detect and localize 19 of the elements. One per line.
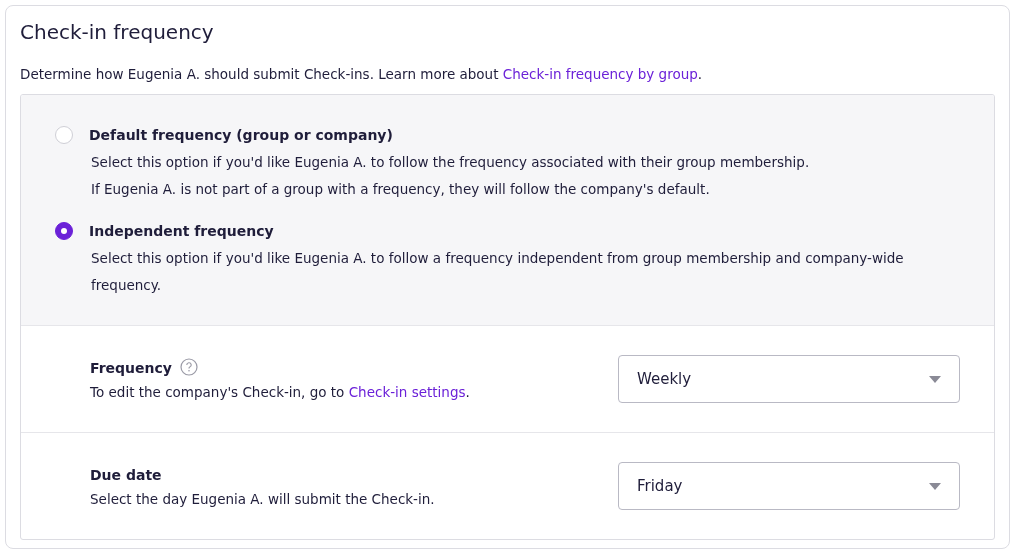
option-label: Independent frequency xyxy=(89,223,274,239)
help-icon[interactable] xyxy=(179,357,198,376)
setting-description: To edit the company's Check-in, go to Check-in settings. xyxy=(90,383,470,400)
option-description: Select this option if you'd like Eugenia A. to follow a frequency independent from group membership and company-wide frequency. xyxy=(90,249,905,295)
dropdown[interactable]: Weekly xyxy=(618,355,960,403)
option-description: If Eugenia A. is not part of a group with a frequency, they will follow the company's default. xyxy=(90,180,711,199)
setting-description: Select the day Eugenia A. will submit the Check-in. xyxy=(90,490,435,507)
dropdown[interactable]: Friday xyxy=(618,462,960,510)
setting-label: Frequency xyxy=(90,359,172,376)
description-text: Determine how Eugenia A. should submit Check-ins. Learn more about Check-in frequency by group. xyxy=(20,66,703,82)
section-title: Check-in frequency xyxy=(20,20,214,44)
caret-icon xyxy=(929,482,941,490)
radio-button[interactable] xyxy=(55,222,73,240)
caret-icon xyxy=(929,375,941,383)
help-link[interactable]: Check-in frequency by group xyxy=(502,66,698,82)
option-label: Default frequency (group or company) xyxy=(89,127,393,143)
setting-label: Due date xyxy=(90,466,162,483)
settings-link[interactable]: Check-in settings xyxy=(348,383,466,400)
option-description: Select this option if you'd like Eugenia A. to follow the frequency associated with their group membership. xyxy=(90,153,810,172)
